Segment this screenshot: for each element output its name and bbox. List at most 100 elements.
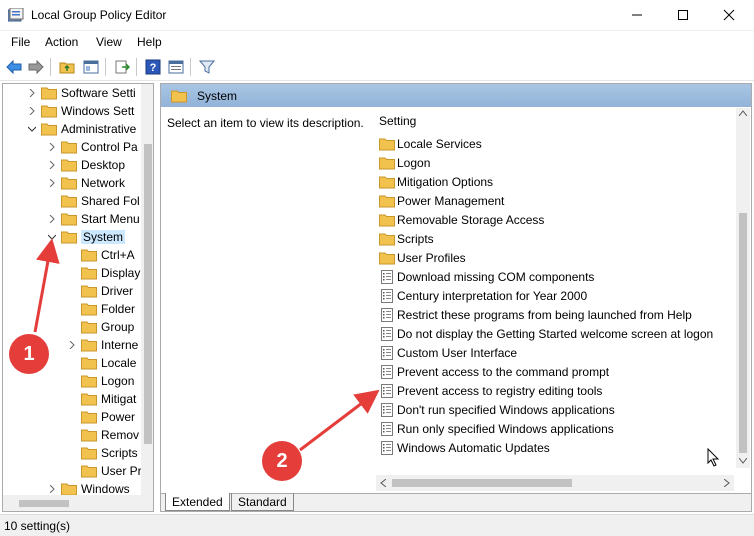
tab-extended[interactable]: Extended (165, 493, 230, 511)
tree-node[interactable]: Network (45, 174, 125, 192)
export-list-button[interactable] (112, 57, 132, 77)
tree-expander[interactable] (65, 426, 79, 444)
chevron-right-icon[interactable] (48, 485, 56, 493)
tree-expander[interactable] (65, 444, 79, 462)
tree-node[interactable]: Windows Sett (25, 102, 134, 120)
tree-node[interactable]: Desktop (45, 156, 125, 174)
list-item-setting[interactable]: Do not display the Getting Started welco… (379, 324, 713, 343)
tree-node[interactable]: Driver (65, 282, 133, 300)
list-item-setting[interactable]: Windows Automatic Updates (379, 438, 550, 457)
tree-expander[interactable] (65, 372, 79, 390)
maximize-button[interactable] (660, 0, 706, 30)
chevron-right-icon[interactable] (28, 89, 36, 97)
scrollbar-thumb[interactable] (392, 479, 572, 487)
show-hide-tree-button[interactable] (81, 57, 101, 77)
chevron-right-icon[interactable] (48, 161, 56, 169)
tree-expander[interactable] (25, 102, 39, 120)
list-item-setting[interactable]: Run only specified Windows applications (379, 419, 614, 438)
tree-node[interactable]: Administrative (25, 120, 136, 138)
tree-node-label: Interne (101, 338, 139, 352)
tree-expander[interactable] (65, 246, 79, 264)
tree-expander[interactable] (65, 264, 79, 282)
setting-column-header[interactable]: Setting (379, 114, 416, 128)
chevron-right-icon[interactable] (48, 179, 56, 187)
forward-button[interactable] (26, 57, 46, 77)
scrollbar-thumb[interactable] (144, 144, 152, 444)
list-item-setting[interactable]: Century interpretation for Year 2000 (379, 286, 587, 305)
tree-node[interactable]: Mitigat (65, 390, 136, 408)
list-item-setting[interactable]: Prevent access to the command prompt (379, 362, 609, 381)
close-button[interactable] (706, 0, 752, 30)
up-folder-button[interactable] (57, 57, 77, 77)
tree-node[interactable]: Group (65, 318, 134, 336)
tree-expander[interactable] (65, 462, 79, 480)
tree-node[interactable]: Locale (65, 354, 136, 372)
tree-node[interactable]: Interne (65, 336, 138, 354)
tree-node[interactable]: Ctrl+A (65, 246, 135, 264)
tree-node[interactable]: Folder (65, 300, 135, 318)
list-item-folder[interactable]: Mitigation Options (379, 172, 493, 191)
tree-node[interactable]: Logon (65, 372, 134, 390)
scrollbar-thumb[interactable] (739, 213, 747, 453)
tree-node[interactable]: Software Setti (25, 84, 136, 102)
properties-view-button[interactable] (166, 57, 186, 77)
tree-expander[interactable] (45, 228, 59, 246)
tree-vertical-scrollbar[interactable] (141, 84, 153, 495)
tree-expander[interactable] (65, 408, 79, 426)
tree-horizontal-scrollbar[interactable] (3, 495, 153, 511)
chevron-right-icon[interactable] (68, 341, 76, 349)
chevron-down-icon[interactable] (28, 125, 36, 133)
menu-help[interactable]: Help (137, 35, 162, 49)
tree-node[interactable]: System (45, 228, 126, 246)
chevron-right-icon[interactable] (48, 215, 56, 223)
list-item-folder[interactable]: Logon (379, 153, 430, 172)
list-item-folder[interactable]: Removable Storage Access (379, 210, 544, 229)
tree-node[interactable]: Start Menu (45, 210, 140, 228)
menu-view[interactable]: View (96, 35, 122, 49)
list-item-folder[interactable]: User Profiles (379, 248, 466, 267)
minimize-button[interactable] (614, 0, 660, 30)
tree-expander[interactable] (45, 210, 59, 228)
tree-expander[interactable] (65, 336, 79, 354)
back-button[interactable] (4, 57, 24, 77)
tree-node[interactable]: Shared Fol (45, 192, 140, 210)
list-horizontal-scrollbar[interactable] (376, 475, 734, 491)
tree-expander[interactable] (65, 282, 79, 300)
chevron-down-icon[interactable] (48, 233, 56, 241)
tree-node[interactable]: Power (65, 408, 135, 426)
scrollbar-thumb[interactable] (19, 500, 69, 507)
tree-expander[interactable] (45, 156, 59, 174)
menu-file[interactable]: File (11, 35, 30, 49)
tree-node[interactable]: Control Pa (45, 138, 138, 156)
menu-action[interactable]: Action (45, 35, 78, 49)
tree-expander[interactable] (25, 84, 39, 102)
list-item-setting[interactable]: Don't run specified Windows applications (379, 400, 615, 419)
tree-expander[interactable] (65, 300, 79, 318)
list-item-folder[interactable]: Power Management (379, 191, 504, 210)
tree-node[interactable]: Display (65, 264, 140, 282)
tab-standard[interactable]: Standard (231, 493, 294, 511)
list-item-folder[interactable]: Scripts (379, 229, 434, 248)
tree-expander[interactable] (25, 120, 39, 138)
filter-button[interactable] (197, 57, 217, 77)
tree-expander[interactable] (45, 138, 59, 156)
tree-expander[interactable] (65, 354, 79, 372)
tree-expander[interactable] (45, 192, 59, 210)
help-button[interactable]: ? (143, 57, 163, 77)
tree-expander[interactable] (65, 318, 79, 336)
list-item-setting[interactable]: Custom User Interface (379, 343, 517, 362)
chevron-right-icon[interactable] (48, 143, 56, 151)
help-icon: ? (145, 59, 161, 75)
tree-node[interactable]: Scripts (65, 444, 138, 462)
tree-expander[interactable] (65, 390, 79, 408)
tree-node[interactable]: Remov (65, 426, 139, 444)
list-vertical-scrollbar[interactable] (736, 108, 750, 468)
console-tree[interactable]: Software Setti Windows Sett Administrative… (2, 83, 154, 512)
tree-node[interactable]: User Pr (65, 462, 142, 480)
list-item-folder[interactable]: Locale Services (379, 134, 482, 153)
list-item-setting[interactable]: Download missing COM components (379, 267, 594, 286)
tree-expander[interactable] (45, 174, 59, 192)
list-item-setting[interactable]: Prevent access to registry editing tools (379, 381, 602, 400)
chevron-right-icon[interactable] (28, 107, 36, 115)
list-item-setting[interactable]: Restrict these programs from being launc… (379, 305, 692, 324)
